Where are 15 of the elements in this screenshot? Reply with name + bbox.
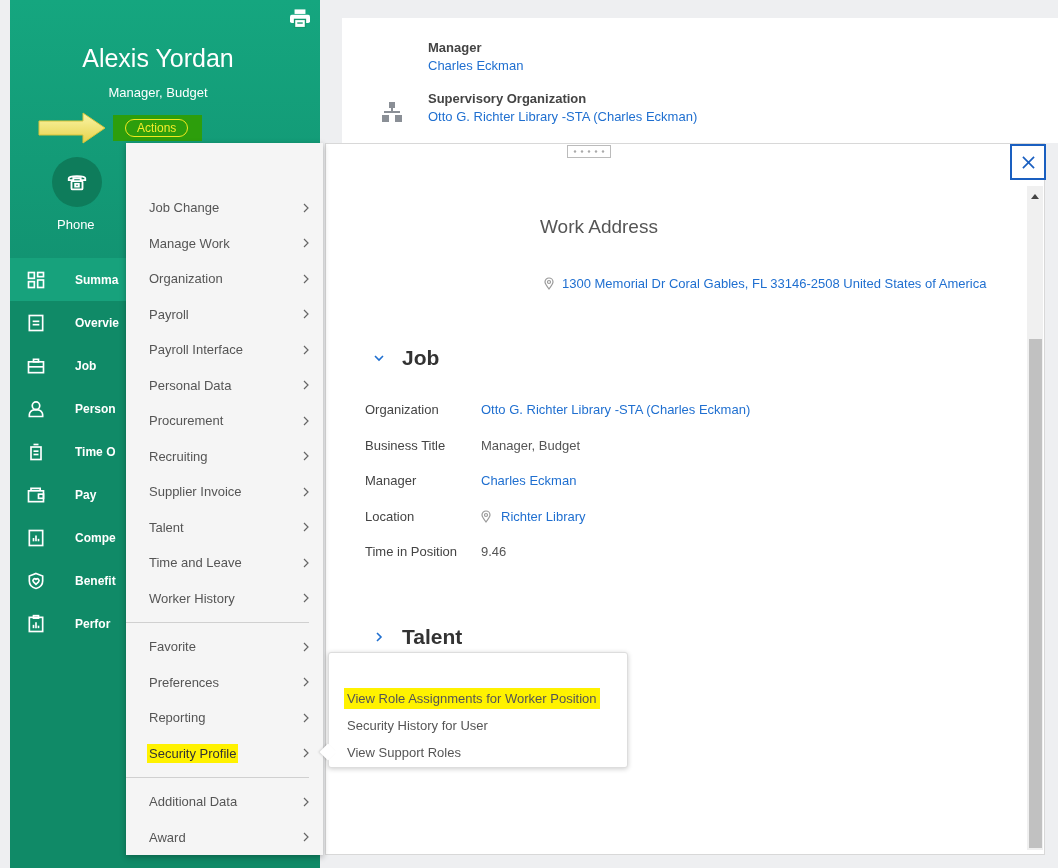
phone-label: Phone (57, 217, 95, 232)
field-label: Time in Position (365, 544, 458, 560)
field-label: Supervisory Organization (428, 91, 588, 106)
job-title: Manager, Budget (108, 85, 208, 100)
field-label: Organization (365, 402, 440, 418)
person-name: Alexis Yordan (82, 44, 234, 73)
section-heading: Job (402, 346, 440, 370)
field-label: Business Title (365, 437, 447, 453)
field-value: 9.46 (481, 544, 507, 560)
field-label: Location (365, 508, 416, 524)
field-value: Manager, Budget (481, 437, 581, 453)
field-label: Manager (365, 473, 418, 489)
section-heading: Talent (402, 624, 463, 649)
field-label: Manager (428, 40, 483, 55)
section-title: Work Address (540, 216, 659, 238)
